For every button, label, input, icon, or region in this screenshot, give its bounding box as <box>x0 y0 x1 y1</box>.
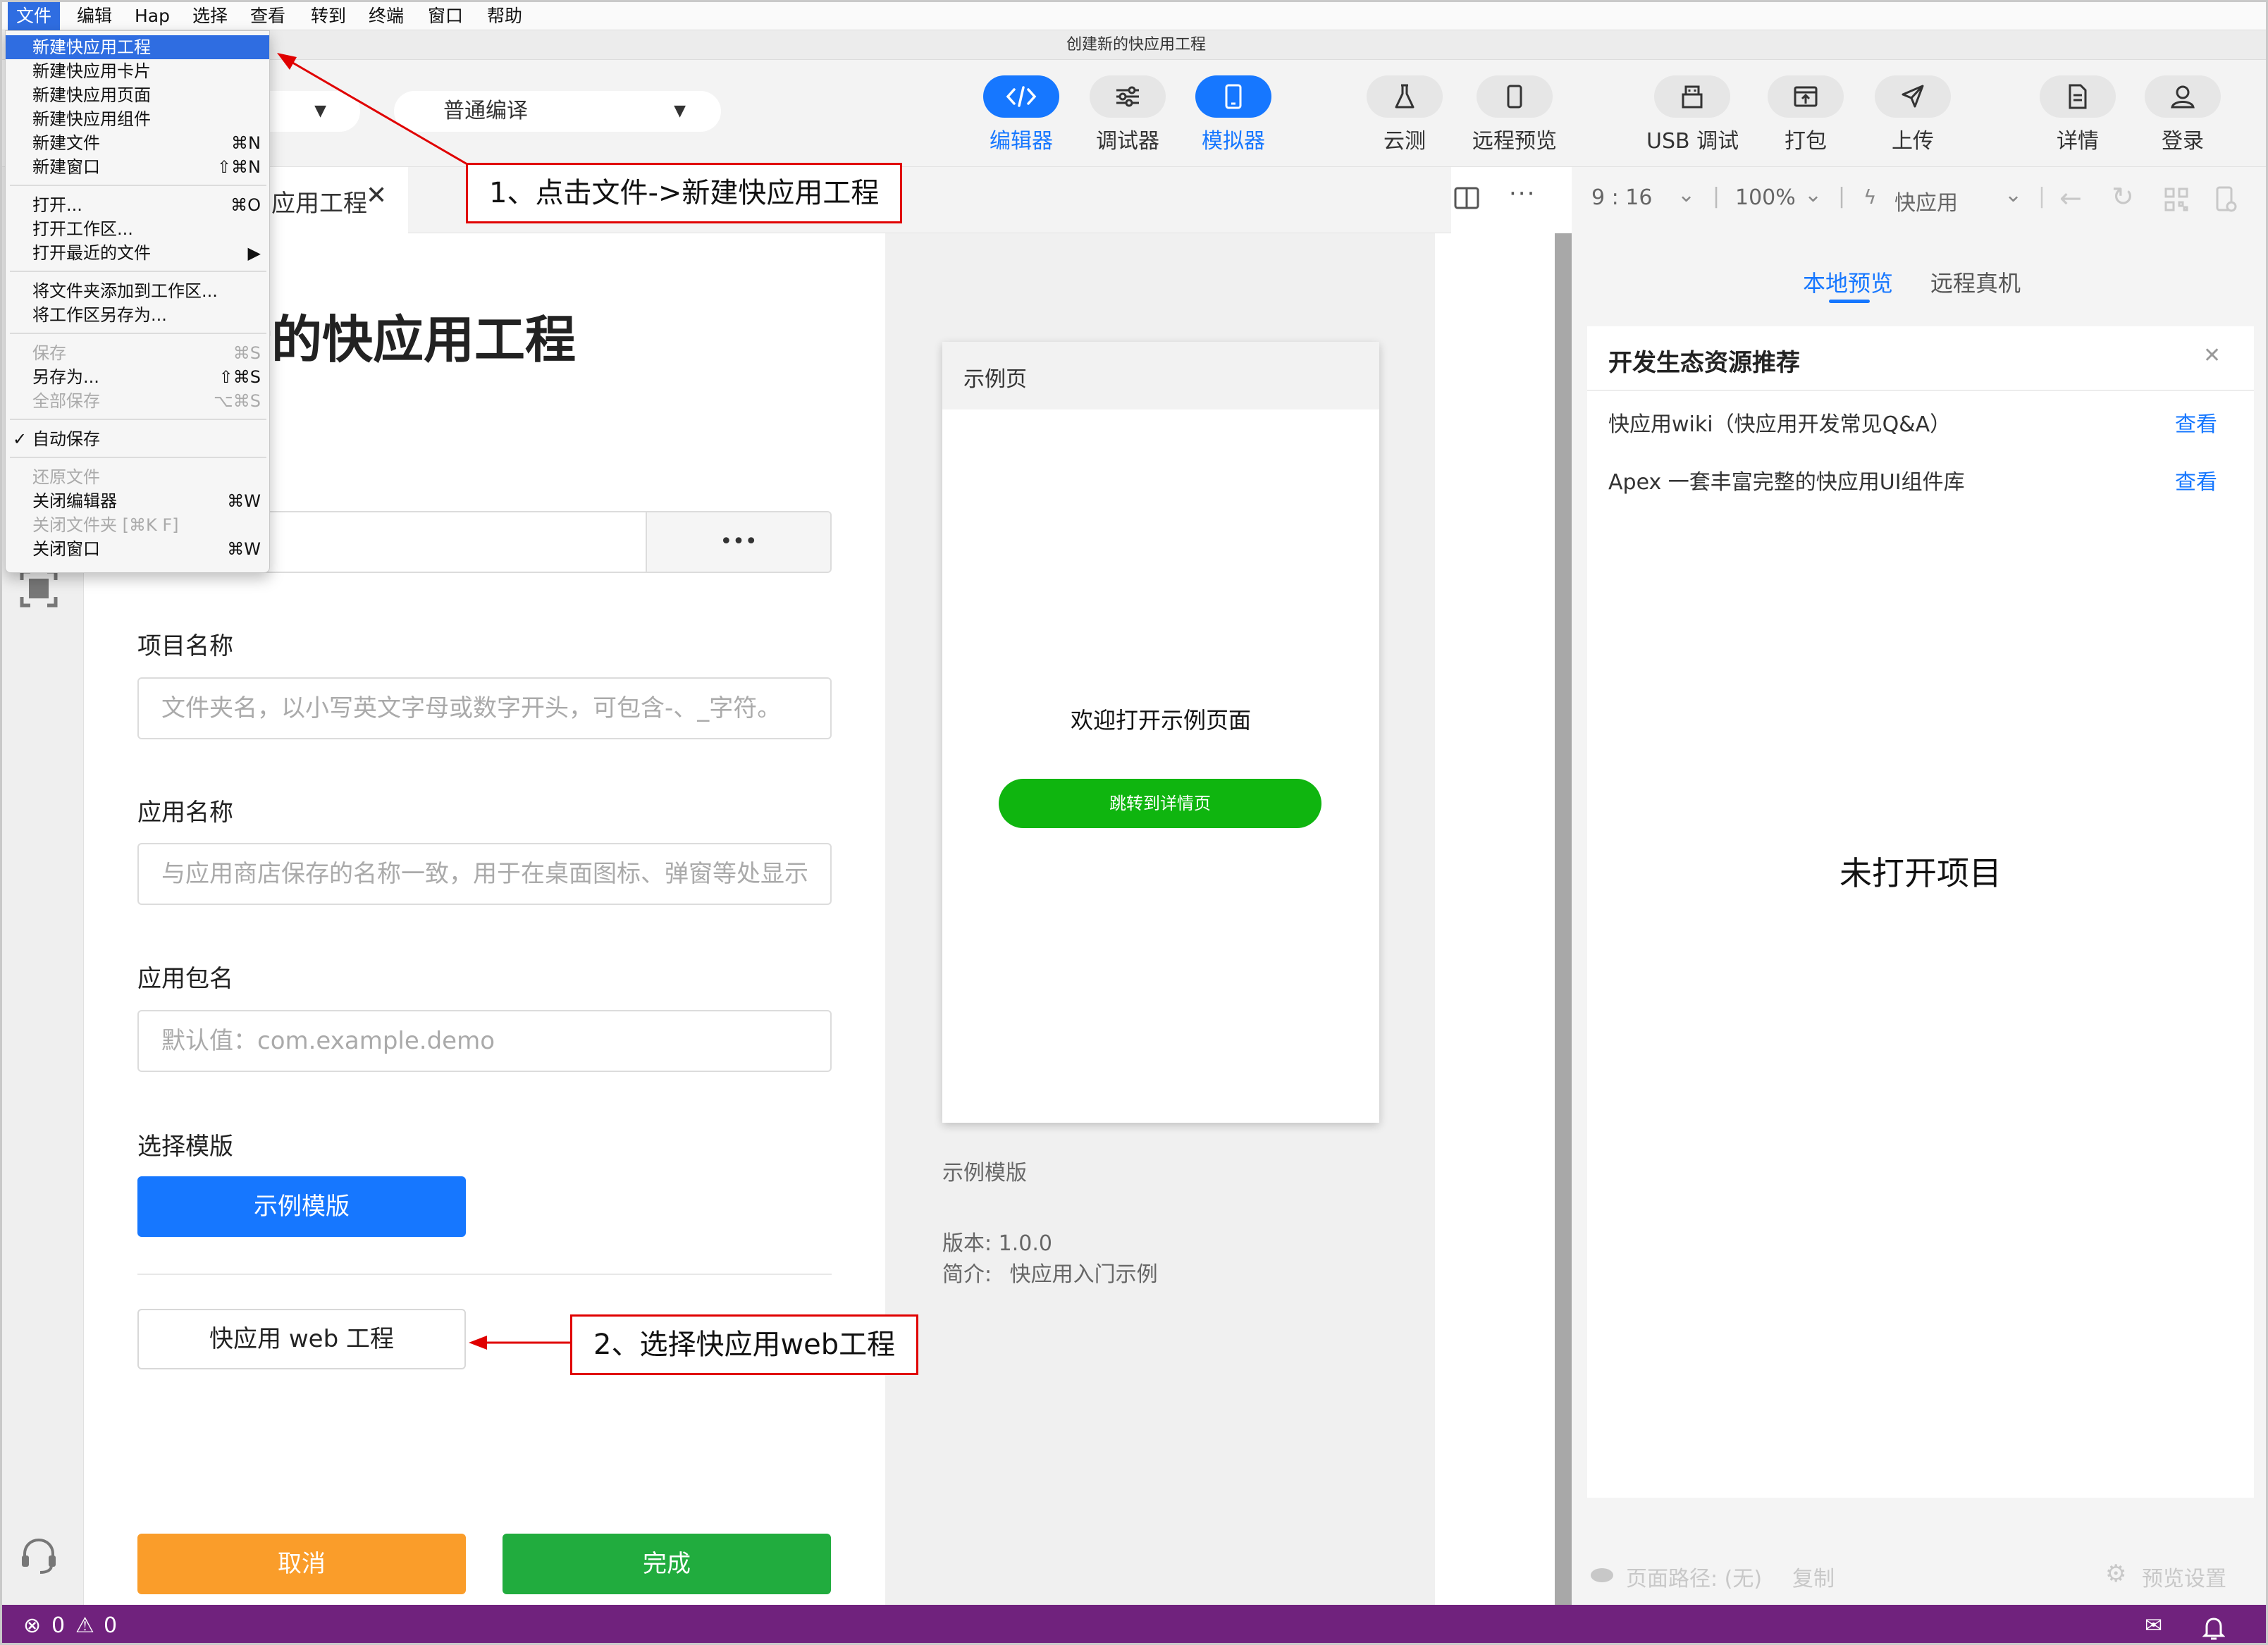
arrowhead-icon <box>469 1336 487 1350</box>
arrowhead-icon <box>277 53 297 70</box>
annotation-step-1: 1、点击文件->新建快应用工程 <box>466 163 903 223</box>
annotation-arrows <box>277 53 570 1350</box>
annotation-step-2: 2、选择快应用web工程 <box>570 1314 919 1375</box>
annotation-arrow-1 <box>285 57 468 166</box>
